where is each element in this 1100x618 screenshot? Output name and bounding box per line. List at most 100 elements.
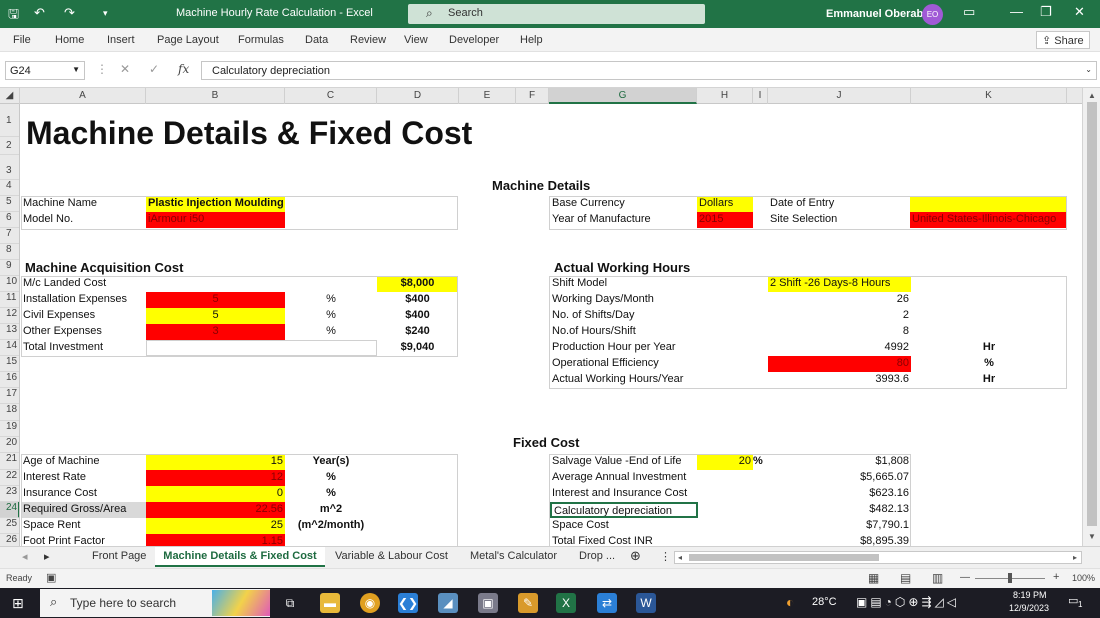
prev-sheet-icon[interactable]: ◂ bbox=[22, 550, 28, 563]
normal-view-icon[interactable]: ▦ bbox=[868, 571, 879, 585]
select-all-corner[interactable]: ◢ bbox=[0, 88, 20, 104]
row-header-22[interactable]: 22 bbox=[0, 470, 19, 486]
column-header-e[interactable]: E bbox=[459, 88, 516, 104]
row-header-21[interactable]: 21 bbox=[0, 453, 19, 470]
save-icon[interactable]: 🖫 bbox=[8, 5, 19, 27]
machine-details-heading[interactable]: Machine Details bbox=[490, 178, 592, 193]
row-header-3[interactable]: 3 bbox=[0, 165, 19, 180]
awh-heading[interactable]: Actual Working Hours bbox=[552, 260, 692, 275]
row-header-13[interactable]: 13 bbox=[0, 324, 19, 340]
tab-view[interactable]: View bbox=[404, 34, 428, 46]
app-icon[interactable]: ◢ bbox=[438, 593, 458, 613]
user-name[interactable]: Emmanuel Oberabor bbox=[826, 8, 934, 20]
row-header-14[interactable]: 14 bbox=[0, 340, 19, 356]
notifications-icon[interactable]: ▭ bbox=[1068, 594, 1078, 607]
file-explorer-icon[interactable]: ▬ bbox=[320, 593, 340, 613]
horizontal-scrollbar[interactable]: ◂ ▸ bbox=[674, 551, 1082, 564]
row-header-16[interactable]: 16 bbox=[0, 372, 19, 388]
weather-icon[interactable]: ◐ bbox=[786, 594, 794, 610]
zoom-in-icon[interactable]: + bbox=[1053, 571, 1059, 583]
row-header-20[interactable]: 20 bbox=[0, 437, 19, 453]
row-header-23[interactable]: 23 bbox=[0, 486, 19, 502]
vscode-icon[interactable]: ❮❯ bbox=[398, 593, 418, 613]
tab-help[interactable]: Help bbox=[520, 34, 543, 46]
next-sheet-icon[interactable]: ▸ bbox=[44, 550, 50, 563]
zoom-level[interactable]: 100% bbox=[1072, 573, 1095, 583]
cancel-icon[interactable]: ✕ bbox=[120, 62, 130, 76]
tab-formulas[interactable]: Formulas bbox=[238, 34, 284, 46]
tools-icon[interactable]: ✎ bbox=[518, 593, 538, 613]
zoom-slider-thumb[interactable] bbox=[1008, 573, 1012, 583]
enter-icon[interactable]: ✓ bbox=[149, 62, 159, 76]
row-header-9[interactable]: 9 bbox=[0, 260, 19, 276]
formula-input[interactable]: Calculatory depreciation ⌄ bbox=[201, 61, 1097, 80]
hscroll-thumb[interactable] bbox=[689, 554, 879, 561]
tab-developer[interactable]: Developer bbox=[449, 34, 499, 46]
remote-desktop-icon[interactable]: ⇄ bbox=[597, 593, 617, 613]
tab-insert[interactable]: Insert bbox=[107, 34, 135, 46]
clock-time[interactable]: 8:19 PM bbox=[1013, 590, 1047, 600]
windows-start-icon[interactable]: ⊞ bbox=[12, 595, 24, 612]
row-header-1[interactable]: 1 bbox=[0, 104, 19, 137]
column-header-f[interactable]: F bbox=[516, 88, 549, 104]
name-box[interactable]: G24 ▼ bbox=[5, 61, 85, 80]
clock-date[interactable]: 12/9/2023 bbox=[1009, 603, 1049, 613]
column-header-g[interactable]: G bbox=[549, 88, 697, 104]
sheet-tab-variable-labour[interactable]: Variable & Labour Cost bbox=[335, 550, 448, 562]
row-header-2[interactable]: 2 bbox=[0, 137, 19, 155]
insert-function-icon[interactable]: fx bbox=[178, 62, 189, 76]
row-header-11[interactable]: 11 bbox=[0, 292, 19, 308]
undo-icon[interactable]: ↶ bbox=[34, 5, 45, 21]
row-header-7[interactable]: 7 bbox=[0, 228, 19, 244]
tab-data[interactable]: Data bbox=[305, 34, 328, 46]
vertical-scrollbar[interactable]: ▲ ▼ bbox=[1082, 88, 1100, 546]
scroll-right-icon[interactable]: ▸ bbox=[1073, 553, 1077, 562]
row-header-24[interactable]: 24 bbox=[0, 502, 19, 518]
ribbon-display-icon[interactable]: ▭ bbox=[963, 4, 975, 20]
search-box[interactable]: ⌕ Search bbox=[408, 4, 705, 24]
add-sheet-icon[interactable]: ⊕ bbox=[630, 548, 641, 564]
scroll-down-icon[interactable]: ▼ bbox=[1088, 532, 1096, 541]
acq-heading[interactable]: Machine Acquisition Cost bbox=[23, 260, 185, 275]
column-header-k[interactable]: K bbox=[911, 88, 1067, 104]
row-header-5[interactable]: 5 bbox=[0, 196, 19, 212]
column-header-i[interactable]: I bbox=[753, 88, 768, 104]
column-header-j[interactable]: J bbox=[768, 88, 911, 104]
row-header-15[interactable]: 15 bbox=[0, 356, 19, 372]
redo-icon[interactable]: ↷ bbox=[64, 5, 75, 21]
sheet-tab-machine-details[interactable]: Machine Details & Fixed Cost bbox=[155, 547, 325, 567]
row-header-26[interactable]: 26 bbox=[0, 534, 19, 546]
worksheet-grid[interactable]: Machine Details & Fixed Cost Machine Det… bbox=[20, 104, 1082, 546]
row-header-4[interactable]: 4 bbox=[0, 180, 19, 196]
restore-icon[interactable]: ❐ bbox=[1040, 4, 1052, 20]
word-icon[interactable]: W bbox=[636, 593, 656, 613]
tab-page-layout[interactable]: Page Layout bbox=[157, 34, 219, 46]
zoom-out-icon[interactable]: — bbox=[960, 572, 970, 583]
row-header-8[interactable]: 8 bbox=[0, 244, 19, 260]
tab-file[interactable]: File bbox=[13, 34, 31, 46]
expand-formula-icon[interactable]: ⌄ bbox=[1085, 65, 1092, 74]
column-header-c[interactable]: C bbox=[285, 88, 377, 104]
column-header-b[interactable]: B bbox=[146, 88, 285, 104]
page-layout-icon[interactable]: ▤ bbox=[900, 571, 911, 585]
macro-record-icon[interactable]: ▣ bbox=[46, 571, 56, 584]
tab-home[interactable]: Home bbox=[55, 34, 84, 46]
fixed-heading[interactable]: Fixed Cost bbox=[511, 435, 581, 450]
tray-icons[interactable]: ▣▤◔⬡⊕⇶◿◁ bbox=[856, 595, 959, 609]
column-header-a[interactable]: A bbox=[20, 88, 146, 104]
page-break-icon[interactable]: ▥ bbox=[932, 571, 943, 585]
scroll-up-icon[interactable]: ▲ bbox=[1088, 91, 1096, 100]
sheet-tab-drop[interactable]: Drop ... bbox=[579, 550, 615, 562]
scroll-left-icon[interactable]: ◂ bbox=[678, 553, 682, 562]
row-header-19[interactable]: 19 bbox=[0, 421, 19, 437]
row-header-17[interactable]: 17 bbox=[0, 388, 19, 404]
column-header-d[interactable]: D bbox=[377, 88, 459, 104]
sheet-tab-metals-calculator[interactable]: Metal's Calculator bbox=[470, 550, 557, 562]
task-view-icon[interactable]: ⧉ bbox=[280, 593, 300, 613]
scroll-thumb[interactable] bbox=[1087, 102, 1097, 526]
row-header-25[interactable]: 25 bbox=[0, 518, 19, 534]
chevron-down-icon[interactable]: ▼ bbox=[72, 65, 80, 74]
row-header-6[interactable]: 6 bbox=[0, 212, 19, 228]
share-button[interactable]: ⇪ Share bbox=[1036, 31, 1090, 49]
row-header-18[interactable]: 18 bbox=[0, 404, 19, 421]
